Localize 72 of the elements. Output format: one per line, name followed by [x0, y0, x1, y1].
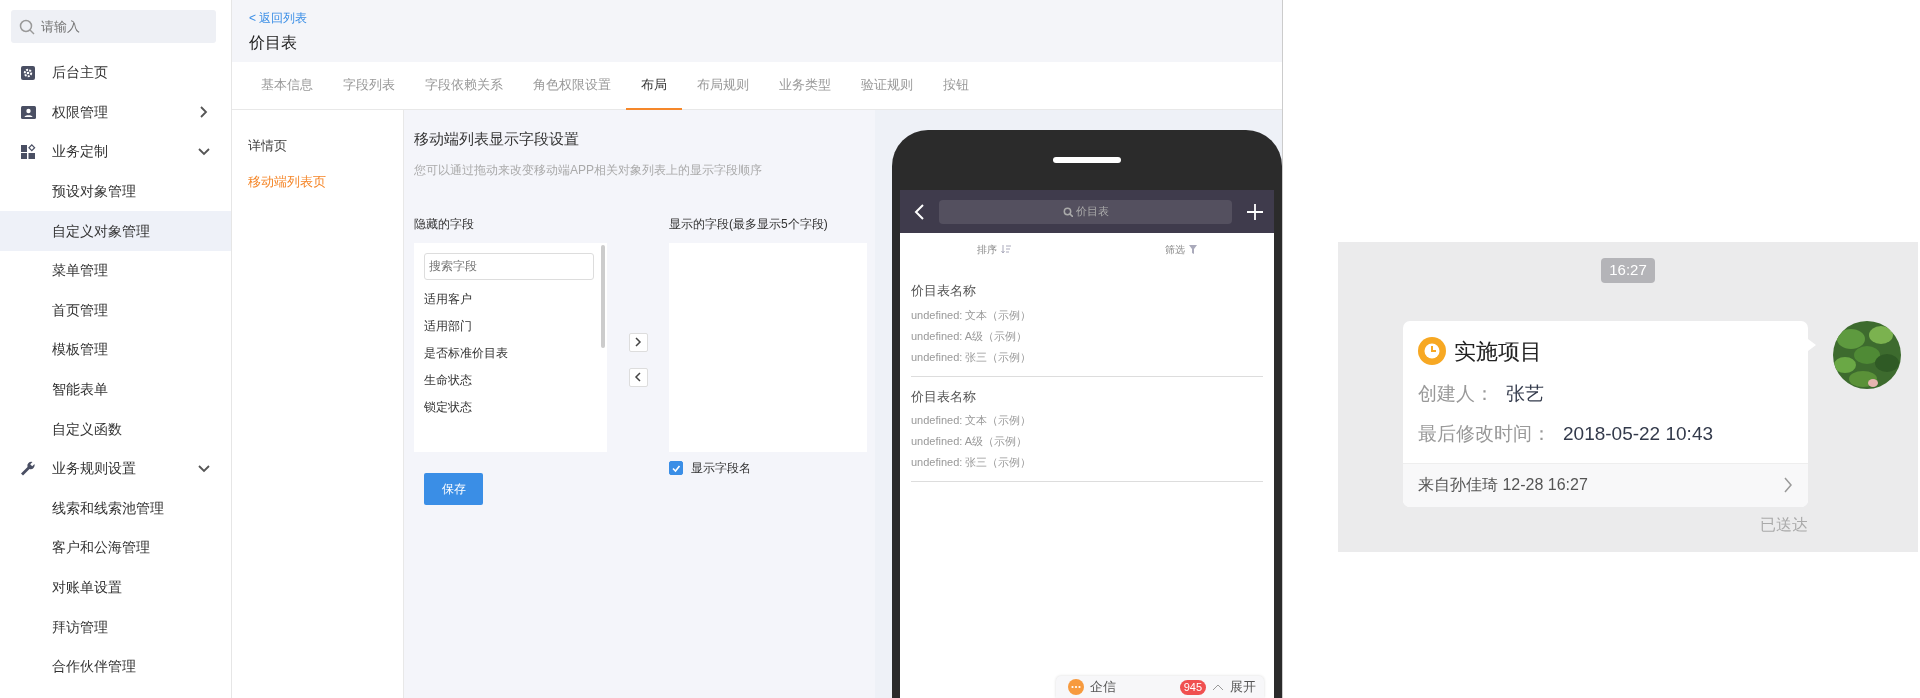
chat-widget[interactable]: 企信 945 展开 — [1056, 676, 1264, 698]
unread-count: 945 — [1179, 679, 1206, 695]
wrench-icon — [20, 460, 36, 477]
sidebar-item[interactable]: 对账单设置 — [0, 567, 231, 608]
id-card-icon — [20, 104, 36, 121]
delivery-status: 已送达 — [1759, 514, 1808, 535]
field-label: 隐藏的字段 — [414, 215, 475, 233]
search-icon — [1062, 206, 1073, 217]
sidebar-item[interactable]: 智能表单 — [0, 369, 231, 410]
sort-button[interactable]: 排序 — [977, 241, 1011, 257]
record-field: undefined: A级（示例） — [911, 431, 1263, 452]
sidebar-item[interactable]: 拜访管理 — [0, 607, 231, 647]
sidebar-item[interactable]: 自定义对象管理 — [0, 211, 231, 251]
timestamp: 16:27 — [1601, 258, 1655, 283]
field-item[interactable]: 适用部门 — [424, 312, 597, 340]
field-item[interactable]: 锁定状态 — [424, 393, 597, 421]
page-title: 价目表 — [249, 32, 298, 53]
expand-label[interactable]: 展开 — [1230, 677, 1256, 697]
record-field: undefined: 文本（示例） — [911, 410, 1263, 431]
chevron-right-icon — [1783, 477, 1793, 493]
gear-icon — [20, 64, 36, 81]
chevron-left-icon — [633, 372, 643, 382]
back-icon[interactable] — [914, 202, 925, 221]
sort-icon — [1001, 244, 1011, 254]
checkbox-label: 显示字段名 — [691, 459, 751, 477]
record-field: undefined: 文本（示例） — [911, 304, 1263, 326]
field-item[interactable]: 是否标准价目表 — [424, 339, 597, 367]
field-label: 创建人： — [1418, 382, 1494, 404]
sidebar-item[interactable]: 后台主页 — [0, 53, 231, 93]
search-field[interactable]: 请输入 — [11, 10, 216, 43]
record-field: undefined: A级（示例） — [911, 325, 1263, 347]
record-title: 价目表名称 — [911, 282, 977, 300]
card-title: 实施项目 — [1454, 337, 1542, 366]
speaker-slot — [1053, 157, 1121, 163]
sidebar-item[interactable]: 自定义函数 — [0, 409, 231, 449]
chevron-right-icon — [633, 337, 643, 347]
sidebar-item[interactable]: 权限管理 — [0, 92, 231, 133]
sidebar-item[interactable]: 首页管理 — [0, 290, 231, 331]
field-search-input[interactable]: 搜索字段 — [424, 252, 594, 280]
record-title: 价目表名称 — [911, 387, 977, 406]
field-value: 张艺 — [1506, 382, 1544, 404]
scrollbar[interactable] — [601, 244, 605, 348]
subnav-item[interactable]: 详情页 — [232, 128, 403, 164]
sidebar-item[interactable]: 菜单管理 — [0, 250, 231, 291]
sidebar-item[interactable]: 预设对象管理 — [0, 171, 231, 212]
field-item[interactable]: 生命状态 — [424, 366, 597, 394]
search-icon — [19, 19, 35, 35]
field-label: 显示的字段(最多显示5个字段) — [669, 215, 829, 233]
blocks-icon — [20, 144, 36, 160]
sidebar-item[interactable]: 业务定制 — [0, 132, 231, 172]
chevron-up-icon — [1212, 683, 1224, 691]
section-title: 移动端列表显示字段设置 — [414, 129, 580, 149]
filter-button[interactable]: 筛选 — [1165, 241, 1197, 257]
widget-name: 企信 — [1090, 678, 1116, 697]
sidebar-item[interactable]: 模板管理 — [0, 330, 231, 370]
field-label: 最后修改时间： — [1418, 423, 1551, 444]
sidebar-item[interactable]: 合作伙伴管理 — [0, 646, 231, 687]
move-right-button[interactable] — [628, 332, 648, 352]
message-card[interactable]: 实施项目 创建人： 张艺 最后修改时间： 2018-05-22 10:43 来自孙佳琦 12-28 16:27 — [1403, 320, 1808, 507]
chat-bubble-icon — [1068, 679, 1084, 695]
filter-icon — [1189, 244, 1197, 254]
description-text: 您可以通过拖动来改变移动端APP相关对象列表上的显示字段顺序 — [414, 161, 763, 179]
card-footer-text: 来自孙佳琦 12-28 16:27 — [1418, 475, 1588, 495]
field-value: 2018-05-22 10:43 — [1563, 423, 1713, 444]
plus-icon[interactable] — [1246, 202, 1264, 221]
sidebar-item[interactable]: 线索和线索池管理 — [0, 488, 231, 529]
clock-icon — [1418, 337, 1446, 365]
sidebar-item[interactable]: 业务规则设置 — [0, 448, 231, 489]
sidebar-item[interactable]: 客户和公海管理 — [0, 528, 231, 568]
move-left-button[interactable] — [628, 367, 648, 387]
field-item[interactable]: 适用客户 — [424, 285, 597, 313]
checkbox[interactable] — [669, 460, 683, 475]
